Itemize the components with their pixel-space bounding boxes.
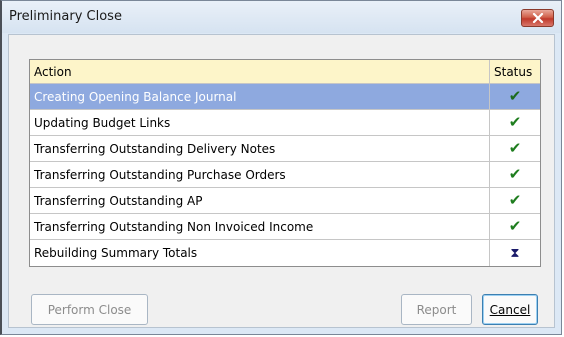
table-row[interactable]: Transferring Outstanding Non Invoiced In… bbox=[30, 214, 540, 240]
dialog-body: Action Status Creating Opening Balance J… bbox=[8, 34, 555, 328]
checkmark-icon: ✔ bbox=[508, 217, 522, 235]
action-cell: Rebuilding Summary Totals bbox=[30, 240, 490, 266]
title-bar[interactable]: Preliminary Close bbox=[2, 1, 561, 33]
hourglass-icon: ⧗ bbox=[510, 245, 520, 261]
action-cell: Transferring Outstanding Purchase Orders bbox=[30, 162, 490, 187]
status-cell: ✔ bbox=[490, 136, 540, 161]
checkmark-icon: ✔ bbox=[508, 191, 522, 209]
table-row[interactable]: Creating Opening Balance Journal ✔ bbox=[30, 84, 540, 110]
column-header-action[interactable]: Action bbox=[30, 60, 490, 83]
checkmark-icon: ✔ bbox=[508, 87, 522, 105]
status-cell: ✔ bbox=[490, 162, 540, 187]
action-status-grid: Action Status Creating Opening Balance J… bbox=[29, 59, 541, 267]
preliminary-close-dialog: Preliminary Close Action Status Creating… bbox=[0, 0, 562, 335]
checkmark-icon: ✔ bbox=[508, 113, 522, 131]
table-row[interactable]: Transferring Outstanding AP ✔ bbox=[30, 188, 540, 214]
cancel-button[interactable]: Cancel bbox=[482, 294, 538, 325]
action-cell: Transferring Outstanding Non Invoiced In… bbox=[30, 214, 490, 239]
status-cell: ✔ bbox=[490, 84, 540, 109]
table-row[interactable]: Transferring Outstanding Purchase Orders… bbox=[30, 162, 540, 188]
table-row[interactable]: Rebuilding Summary Totals ⧗ bbox=[30, 240, 540, 266]
dialog-title: Preliminary Close bbox=[9, 9, 122, 24]
close-button[interactable] bbox=[521, 9, 554, 27]
column-header-status[interactable]: Status bbox=[490, 60, 540, 83]
table-row[interactable]: Transferring Outstanding Delivery Notes … bbox=[30, 136, 540, 162]
status-cell: ✔ bbox=[490, 188, 540, 213]
grid-header: Action Status bbox=[30, 60, 540, 84]
report-button[interactable]: Report bbox=[401, 294, 472, 325]
status-cell: ✔ bbox=[490, 214, 540, 239]
cancel-button-label: Cancel bbox=[489, 302, 531, 317]
status-cell: ⧗ bbox=[490, 240, 540, 266]
checkmark-icon: ✔ bbox=[508, 139, 522, 157]
perform-close-button[interactable]: Perform Close bbox=[31, 294, 148, 325]
status-cell: ✔ bbox=[490, 110, 540, 135]
checkmark-icon: ✔ bbox=[508, 165, 522, 183]
table-row[interactable]: Updating Budget Links ✔ bbox=[30, 110, 540, 136]
action-cell: Creating Opening Balance Journal bbox=[30, 84, 490, 109]
action-cell: Updating Budget Links bbox=[30, 110, 490, 135]
action-cell: Transferring Outstanding AP bbox=[30, 188, 490, 213]
action-cell: Transferring Outstanding Delivery Notes bbox=[30, 136, 490, 161]
close-icon bbox=[532, 13, 543, 23]
